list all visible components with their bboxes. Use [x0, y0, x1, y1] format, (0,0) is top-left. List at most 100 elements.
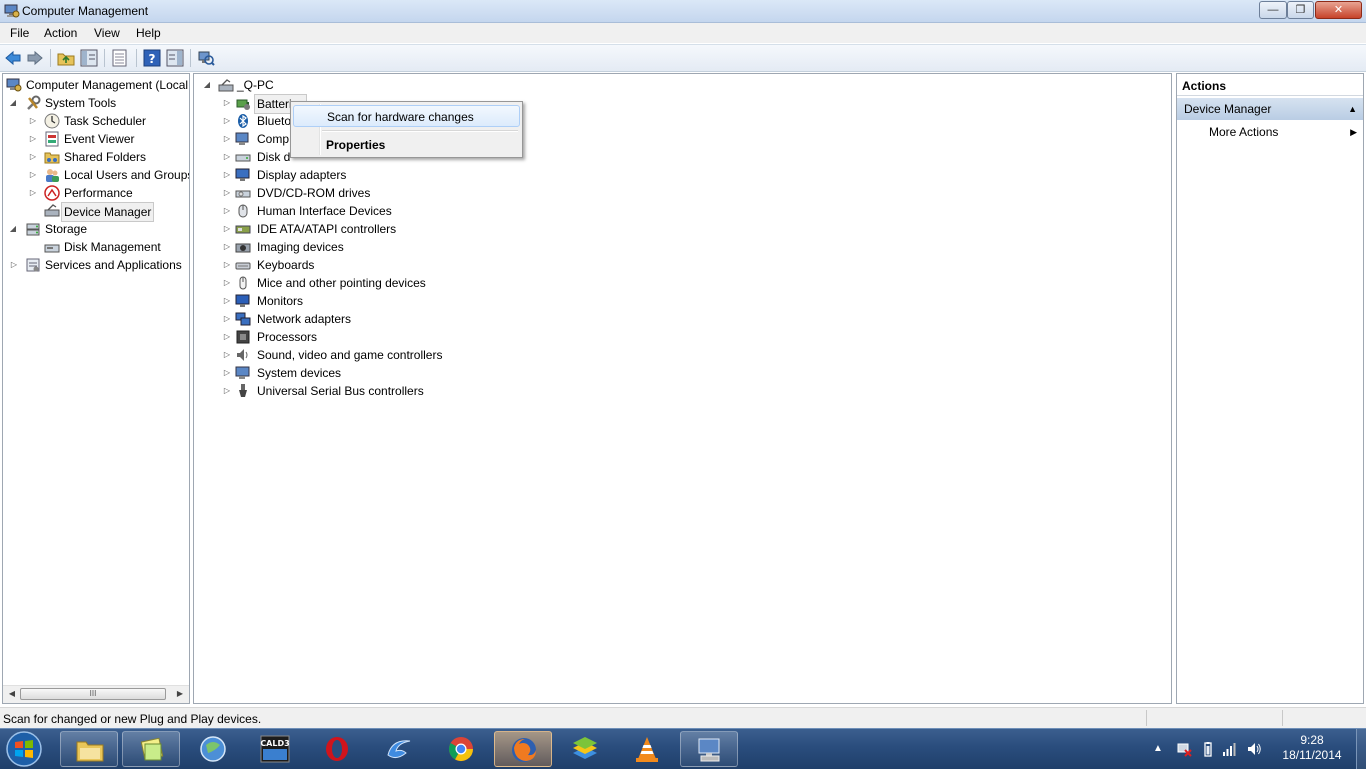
tree-label: Performance: [64, 186, 133, 200]
scroll-right-icon[interactable]: ▶: [173, 688, 187, 700]
device-category-item[interactable]: ▷ System devices: [194, 364, 594, 382]
volume-icon[interactable]: [1246, 741, 1262, 757]
device-category-item[interactable]: ▷ Processors: [194, 328, 594, 346]
collapsed-arrow-icon[interactable]: ▷: [222, 220, 232, 238]
show-hide-tree-icon[interactable]: [80, 49, 98, 67]
collapsed-arrow-icon[interactable]: ▷: [222, 112, 232, 130]
menu-help[interactable]: Help: [136, 26, 161, 40]
device-category-item[interactable]: ▷ Display adapters: [194, 166, 594, 184]
minimize-button[interactable]: —: [1259, 1, 1287, 19]
collapsed-arrow-icon[interactable]: ▷: [222, 256, 232, 274]
device-category-item[interactable]: ▷ Universal Serial Bus controllers: [194, 382, 594, 400]
taskbar-chrome[interactable]: [432, 731, 490, 767]
action-label: More Actions: [1209, 125, 1279, 139]
expanded-arrow-icon[interactable]: ◢: [8, 220, 18, 238]
more-actions-item[interactable]: More Actions ▶: [1177, 122, 1363, 142]
help-icon[interactable]: ?: [143, 49, 161, 67]
taskbar-app-swirl[interactable]: [370, 731, 428, 767]
tree-item-local-users-groups[interactable]: ▷ Local Users and Groups: [3, 166, 189, 184]
collapsed-arrow-icon[interactable]: ▷: [28, 184, 38, 202]
expanded-arrow-icon[interactable]: ◢: [202, 76, 212, 94]
taskbar-vlc[interactable]: [618, 731, 676, 767]
forward-arrow-icon[interactable]: [26, 49, 44, 67]
collapsed-arrow-icon[interactable]: ▷: [222, 346, 232, 364]
show-desktop-button[interactable]: [1356, 729, 1366, 769]
tree-item-task-scheduler[interactable]: ▷ Task Scheduler: [3, 112, 189, 130]
menu-file[interactable]: File: [10, 26, 29, 40]
back-arrow-icon[interactable]: [4, 49, 22, 67]
scan-hardware-menu-item[interactable]: Scan for hardware changes: [293, 105, 520, 127]
maximize-button[interactable]: ❐: [1287, 1, 1314, 19]
device-category-item[interactable]: ▷ Network adapters: [194, 310, 594, 328]
device-category-item[interactable]: ▷ DVD/CD-ROM drives: [194, 184, 594, 202]
menu-action[interactable]: Action: [44, 26, 77, 40]
tree-item-device-manager[interactable]: Device Manager: [3, 202, 189, 222]
collapse-up-icon[interactable]: ▲: [1348, 98, 1357, 120]
collapsed-arrow-icon[interactable]: ▷: [222, 202, 232, 220]
taskbar-explorer[interactable]: [60, 731, 118, 767]
taskbar-computer-management[interactable]: [680, 731, 738, 767]
tree-item-event-viewer[interactable]: ▷ Event Viewer: [3, 130, 189, 148]
signal-strength-icon[interactable]: [1222, 741, 1238, 757]
collapsed-arrow-icon[interactable]: ▷: [222, 382, 232, 400]
tree-item-system-tools[interactable]: ◢ System Tools: [3, 94, 189, 112]
folder-icon: [76, 741, 104, 762]
menu-view[interactable]: View: [94, 26, 120, 40]
collapsed-arrow-icon[interactable]: ▷: [28, 148, 38, 166]
taskbar-sticky-notes[interactable]: [122, 731, 180, 767]
scroll-thumb[interactable]: III: [20, 688, 166, 700]
show-hide-action-pane-icon[interactable]: [166, 49, 184, 67]
up-folder-icon[interactable]: [57, 49, 75, 67]
device-category-item[interactable]: ▷ Human Interface Devices: [194, 202, 594, 220]
scroll-left-icon[interactable]: ◀: [5, 688, 19, 700]
collapsed-arrow-icon[interactable]: ▷: [222, 274, 232, 292]
collapsed-arrow-icon[interactable]: ▷: [222, 184, 232, 202]
device-category-item[interactable]: ▷ IDE ATA/ATAPI controllers: [194, 220, 594, 238]
expanded-arrow-icon[interactable]: ◢: [8, 94, 18, 112]
collapsed-arrow-icon[interactable]: ▷: [9, 256, 19, 274]
device-category-item[interactable]: ▷ Imaging devices: [194, 238, 594, 256]
collapsed-arrow-icon[interactable]: ▷: [222, 148, 232, 166]
device-category-item[interactable]: ▷ Mice and other pointing devices: [194, 274, 594, 292]
close-button[interactable]: ✕: [1315, 1, 1362, 19]
tree-item-shared-folders[interactable]: ▷ Shared Folders: [3, 148, 189, 166]
network-error-icon[interactable]: [1176, 741, 1192, 757]
tree-item-performance[interactable]: ▷ Performance: [3, 184, 189, 202]
device-category-item[interactable]: ▷ Monitors: [194, 292, 594, 310]
clock-icon: [44, 113, 60, 129]
collapsed-arrow-icon[interactable]: ▷: [222, 238, 232, 256]
tray-clock[interactable]: 9:28 18/11/2014: [1276, 733, 1348, 763]
submenu-arrow-icon: ▶: [1350, 127, 1357, 137]
tree-item-services-applications[interactable]: ▷ Services and Applications: [3, 256, 189, 274]
collapsed-arrow-icon[interactable]: ▷: [222, 94, 232, 112]
collapsed-arrow-icon[interactable]: ▷: [222, 310, 232, 328]
scan-hardware-icon[interactable]: [197, 49, 215, 67]
collapsed-arrow-icon[interactable]: ▷: [28, 112, 38, 130]
collapsed-arrow-icon[interactable]: ▷: [222, 130, 232, 148]
taskbar-firefox[interactable]: [494, 731, 552, 767]
properties-menu-item[interactable]: Properties: [293, 134, 520, 156]
show-hidden-icons-icon[interactable]: ▲: [1153, 741, 1169, 757]
collapsed-arrow-icon[interactable]: ▷: [28, 166, 38, 184]
collapsed-arrow-icon[interactable]: ▷: [222, 166, 232, 184]
device-category-item[interactable]: ▷ Sound, video and game controllers: [194, 346, 594, 364]
taskbar-bluestacks[interactable]: [556, 731, 614, 767]
tree-item-computer-management[interactable]: Computer Management (Local: [3, 76, 189, 94]
collapsed-arrow-icon[interactable]: ▷: [28, 130, 38, 148]
collapsed-arrow-icon[interactable]: ▷: [222, 328, 232, 346]
tree-item-storage[interactable]: ◢ Storage: [3, 220, 189, 238]
start-button-icon[interactable]: [4, 730, 44, 768]
battery-icon[interactable]: [1200, 741, 1216, 757]
collapsed-arrow-icon[interactable]: ▷: [222, 364, 232, 382]
clock-date: 18/11/2014: [1282, 748, 1342, 762]
tree-item-disk-management[interactable]: Disk Management: [3, 238, 189, 256]
collapsed-arrow-icon[interactable]: ▷: [222, 292, 232, 310]
horizontal-scrollbar[interactable]: ◀ III ▶: [3, 685, 189, 703]
device-root[interactable]: ◢ _Q-PC: [194, 76, 594, 94]
taskbar-cald3[interactable]: CALD3: [246, 731, 304, 767]
actions-section-device-manager[interactable]: Device Manager ▲: [1177, 98, 1363, 120]
list-icon[interactable]: [111, 49, 129, 67]
device-category-item[interactable]: ▷ Keyboards: [194, 256, 594, 274]
taskbar-opera[interactable]: [308, 731, 366, 767]
taskbar-globe[interactable]: [184, 731, 242, 767]
